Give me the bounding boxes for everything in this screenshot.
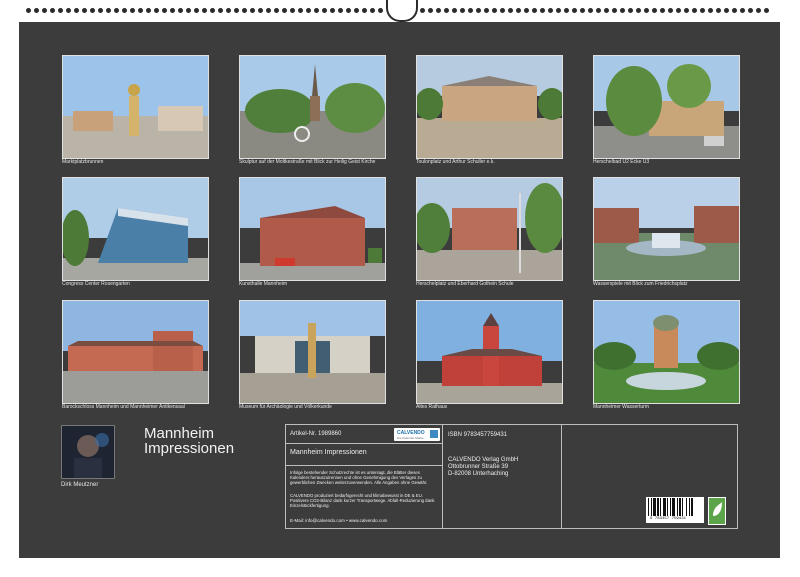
photo-congress-center (62, 177, 209, 281)
binding-holes-left (26, 8, 383, 14)
caption: Altes Rathaus (416, 404, 448, 410)
article-number: Artikel-Nr. 1989860 (290, 431, 342, 437)
photo-herschelplatz (416, 177, 563, 281)
caption: Skulptur auf der Moltkestraße mit Blick … (239, 159, 376, 165)
photo-herschelbad (593, 55, 740, 159)
caption: Barockschloss Mannheim und Mannheimer An… (62, 404, 185, 410)
contact-email: E-Mail: info@calvendo.com • www.calvendo… (290, 518, 388, 523)
publisher-info-box: Artikel-Nr. 1989860 CALVENDO Die Kalende… (285, 424, 738, 529)
isbn: ISBN 9783457759431 (448, 432, 508, 438)
binding-holes-right (420, 8, 769, 14)
caption: Wasserspiele mit Blick zum Friedrichspla… (593, 281, 688, 287)
production-notice: CALVENDO produziert bedarfsgerecht und k… (290, 493, 435, 508)
calendar-title: Mannheim Impressionen (144, 426, 234, 456)
caption: Herschelbad U2 Ecke U3 (593, 159, 650, 165)
photo-barockschloss (62, 300, 209, 404)
caption: Kunsthalle Mannheim (239, 281, 288, 287)
barcode-number: 9 783457 759431 (650, 517, 687, 521)
author-name: Dirk Meutzner (61, 482, 99, 488)
caption: Herschelplatz und Eberhard Gothein Schul… (416, 281, 514, 287)
legal-notice: Infolge bestehender Schutzrechte ist es … (290, 470, 428, 485)
caption: Congress Center Rosengarten (62, 281, 130, 287)
title-line-2: Impressionen (144, 440, 235, 457)
photo-marktplatzbrunnen (62, 55, 209, 159)
photo-museum-archaeologie (239, 300, 386, 404)
photo-wasserturm (593, 300, 740, 404)
logo-mark-icon (430, 430, 438, 438)
publisher-city: D-82008 Unterhaching (448, 471, 509, 477)
caption: Toulonplatz und Arthur Schuller e.k. (416, 159, 495, 165)
photo-altes-rathaus (416, 300, 563, 404)
photo-moltkestrasse (239, 55, 386, 159)
publisher-street: Ottobrunner Straße 39 (448, 464, 509, 470)
author-portrait (61, 425, 115, 479)
logo-subtitle: Die Kalender-Marke (397, 436, 424, 440)
publisher-address: CALVENDO Verlag GmbH Ottobrunner Straße … (448, 457, 518, 478)
caption: Museum für Archäologie und Völkerkunde (239, 404, 332, 410)
caption: Marktplatzbrunnen (62, 159, 104, 165)
calendar-back-page: Marktplatzbrunnen Skulptur auf der Moltk… (19, 22, 780, 558)
title-line-1: Mannheim (144, 425, 215, 442)
eco-leaf-icon (708, 497, 726, 525)
photo-wasserspiele (593, 177, 740, 281)
publisher-name: CALVENDO Verlag GmbH (448, 457, 519, 463)
calvendo-logo: CALVENDO Die Kalender-Marke (394, 428, 440, 441)
calendar-name: Mannheim Impressionen (290, 449, 367, 456)
photo-toulonplatz (416, 55, 563, 159)
caption: Mannheimer Wasserturm (593, 404, 649, 410)
photo-kunsthalle (239, 177, 386, 281)
